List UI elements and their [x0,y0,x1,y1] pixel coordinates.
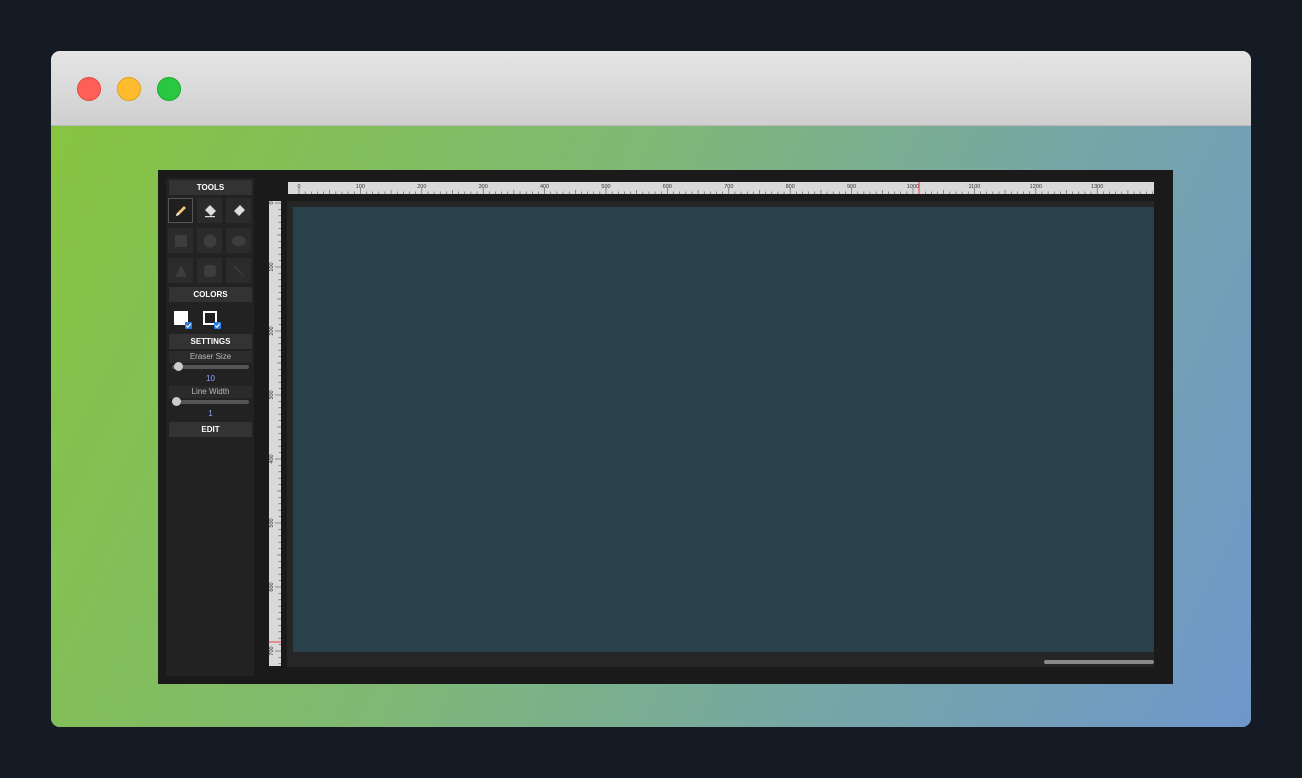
title-bar [51,51,1251,126]
eraser-icon [204,204,216,217]
ruler-label: 1100 [968,184,980,190]
ruler-label: 400 [540,184,549,190]
ruler-label: 200 [417,184,426,190]
vertical-ruler-scale: 0 100 200 300 400 500 600 700 [269,201,281,665]
ruler-label: 100 [356,184,365,190]
line-width-slider-thumb[interactable] [172,397,181,406]
drawing-app: TOOLS COLORS SETTINGS Eraser Size 10 Lin… [158,170,1173,684]
ellipse-tool-button[interactable] [226,228,251,253]
maximize-button[interactable] [157,77,181,101]
browser-window: TOOLS COLORS SETTINGS Eraser Size 10 Lin… [51,51,1251,727]
ruler-label: 700 [724,184,733,190]
fill-enabled-checkbox[interactable] [185,322,192,329]
pencil-tool-button[interactable] [168,198,193,223]
ruler-label: 300 [479,184,488,190]
horizontal-ruler: 0 100 200 300 400 500 600 700 800 900 1000 1100 1200… [288,182,1154,194]
close-button[interactable] [77,77,101,101]
tools-header: TOOLS [169,180,252,195]
horizontal-ruler-scale: 0 100 200 300 400 500 600 700 800 900 1000 1100 1200… [297,182,1153,194]
edit-header[interactable]: EDIT [169,422,252,437]
line-icon [233,265,244,276]
colors-header: COLORS [169,287,252,302]
stroke-enabled-checkbox[interactable] [214,322,221,329]
triangle-icon [174,264,187,277]
line-width-label: Line Width [169,386,252,398]
ruler-label: 600 [269,582,275,591]
ruler-label: 0 [297,184,300,190]
drawing-canvas[interactable] [293,207,1154,652]
circle-tool-button[interactable] [197,228,222,253]
pencil-icon [175,205,186,216]
eraser-size-label: Eraser Size [169,351,252,363]
horizontal-scrollbar[interactable] [293,658,1154,666]
ruler-label: 800 [786,184,795,190]
ruler-label: 200 [269,326,275,335]
eraser-size-value: 10 [206,374,215,383]
ruler-label: 600 [663,184,672,190]
sidebar-panel: TOOLS COLORS SETTINGS Eraser Size 10 Lin… [166,178,254,676]
ellipse-icon [231,235,246,246]
line-width-slider[interactable] [172,400,249,404]
rounded-rectangle-tool-button[interactable] [197,258,222,283]
ruler-label: 1300 [1091,184,1103,190]
ruler-label: 100 [269,262,275,271]
rounded-square-icon [203,264,216,277]
ruler-label: 1000 [907,184,919,190]
rectangle-tool-button[interactable] [168,228,193,253]
eraser-alt-icon [233,204,245,216]
checkmark-icon [185,323,192,329]
checkmark-icon [214,323,221,329]
ruler-label: 0 [269,201,275,204]
ruler-label: 900 [847,184,856,190]
eraser-size-slider-thumb[interactable] [174,362,183,371]
triangle-tool-button[interactable] [168,258,193,283]
square-icon [174,234,187,247]
circle-icon [203,234,216,247]
vertical-ruler: 0 100 200 300 400 500 600 700 [269,201,281,666]
ruler-label: 300 [269,390,275,399]
ruler-label: 700 [269,646,275,655]
ruler-label: 400 [269,454,275,463]
line-tool-button[interactable] [226,258,251,283]
eraser-alt-tool-button[interactable] [226,198,251,223]
eraser-size-slider[interactable] [172,365,249,369]
page-content: TOOLS COLORS SETTINGS Eraser Size 10 Lin… [51,126,1251,727]
settings-header: SETTINGS [169,334,252,349]
minimize-button[interactable] [117,77,141,101]
ruler-label: 500 [269,518,275,527]
eraser-tool-button[interactable] [197,198,222,223]
horizontal-scrollbar-thumb[interactable] [1044,660,1154,664]
line-width-value: 1 [208,409,213,418]
ruler-label: 500 [601,184,610,190]
ruler-label: 1200 [1030,184,1042,190]
